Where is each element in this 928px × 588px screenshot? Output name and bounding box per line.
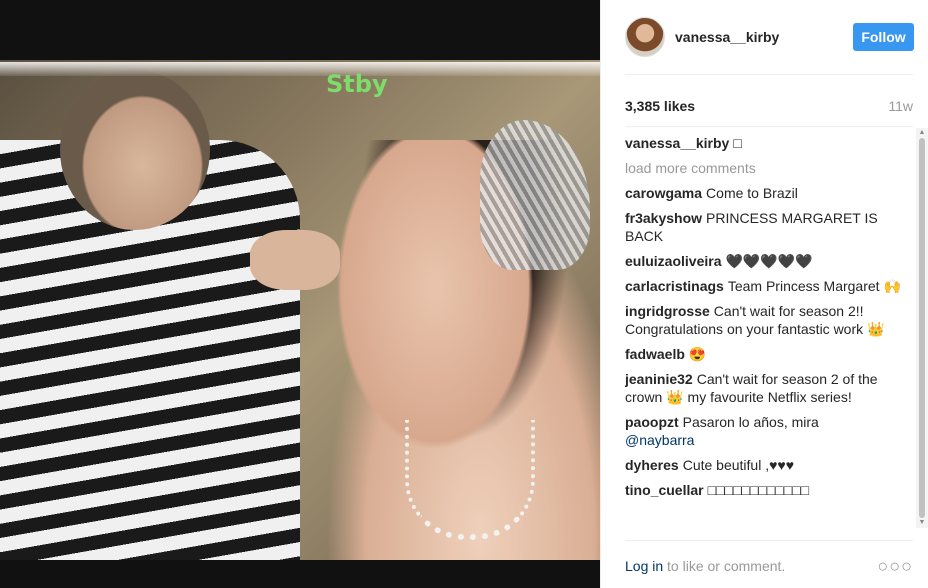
comment-username[interactable]: tino_cuellar xyxy=(625,482,704,498)
photo-glare xyxy=(0,62,600,76)
more-options-icon[interactable]: ○○○ xyxy=(877,556,913,577)
follow-button[interactable]: Follow xyxy=(853,23,914,51)
caption-username[interactable]: vanessa__kirby xyxy=(625,135,729,151)
photo-hand xyxy=(250,230,340,290)
list-item: ingridgrosse Can't wait for season 2!! Co… xyxy=(625,302,913,338)
list-item: tino_cuellar □□□□□□□□□□□□ xyxy=(625,481,913,499)
likes-count[interactable]: 3,385 likes xyxy=(625,98,695,114)
header-username[interactable]: vanessa__kirby xyxy=(675,29,779,45)
footer-divider xyxy=(625,540,913,541)
list-item: fr3akyshow PRINCESS MARGARET IS BACK xyxy=(625,209,913,245)
comment-text: □□□□□□□□□□□□ xyxy=(707,482,810,498)
caption: vanessa__kirby □ xyxy=(625,134,913,152)
list-item: euluizaoliveira 🖤🖤🖤🖤🖤 xyxy=(625,252,913,270)
list-item: fadwaelb 😍 xyxy=(625,345,913,363)
comment-username[interactable]: carowgama xyxy=(625,185,702,201)
comments-scrollbar[interactable]: ▲ ▼ xyxy=(916,128,928,528)
comment-username[interactable]: jeaninie32 xyxy=(625,371,693,387)
comment-text: Pasaron lo años, mira xyxy=(682,414,819,430)
likes-divider xyxy=(625,126,913,127)
post-footer: Log in to like or comment. ○○○ xyxy=(625,556,913,576)
scroll-down-icon[interactable]: ▼ xyxy=(916,518,928,528)
scroll-thumb[interactable] xyxy=(919,138,925,518)
header-divider xyxy=(625,74,913,75)
comment-text: 😍 xyxy=(688,346,707,362)
comment-mention-link[interactable]: @naybarra xyxy=(625,432,694,448)
comment-username[interactable]: euluizaoliveira xyxy=(625,253,721,269)
avatar[interactable] xyxy=(625,17,665,57)
post-age[interactable]: 11w xyxy=(888,98,913,114)
comment-username[interactable]: fadwaelb xyxy=(625,346,685,362)
comment-username[interactable]: fr3akyshow xyxy=(625,210,702,226)
comment-username[interactable]: ingridgrosse xyxy=(625,303,710,319)
caption-text: □ xyxy=(733,135,742,151)
list-item: paoopzt Pasaron lo años, mira @naybarra xyxy=(625,413,913,449)
comment-text: Come to Brazil xyxy=(706,185,798,201)
photo-pearls xyxy=(405,420,535,540)
likes-row: 3,385 likes 11w xyxy=(625,96,913,116)
comment-text: Team Princess Margaret 🙌 xyxy=(727,278,901,294)
list-item: jeaninie32 Can't wait for season 2 of the… xyxy=(625,370,913,406)
login-link[interactable]: Log in xyxy=(625,558,663,574)
login-prompt-text: to like or comment. xyxy=(663,558,786,574)
post-sidebar: vanessa__kirby Follow 3,385 likes 11w va… xyxy=(600,0,928,588)
comment-text: 🖤🖤🖤🖤🖤 xyxy=(725,253,813,269)
post-header: vanessa__kirby Follow xyxy=(625,16,914,58)
photo-overlay-text: Stby xyxy=(326,70,388,98)
comment-username[interactable]: paoopzt xyxy=(625,414,679,430)
comment-text: Cute beutiful ,♥♥♥ xyxy=(682,457,795,473)
login-prompt: Log in to like or comment. xyxy=(625,558,785,574)
list-item: carowgama Come to Brazil xyxy=(625,184,913,202)
comments-list: vanessa__kirby □ load more comments carow… xyxy=(625,134,913,530)
photo-woman-left-head xyxy=(60,70,210,230)
scroll-up-icon[interactable]: ▲ xyxy=(916,128,928,138)
comment-username[interactable]: dyheres xyxy=(625,457,679,473)
list-item: dyheres Cute beutiful ,♥♥♥ xyxy=(625,456,913,474)
load-more-comments-button[interactable]: load more comments xyxy=(625,159,913,177)
post-photo[interactable]: Stby xyxy=(0,0,600,588)
list-item: carlacristinags Team Princess Margaret 🙌 xyxy=(625,277,913,295)
comment-username[interactable]: carlacristinags xyxy=(625,278,724,294)
